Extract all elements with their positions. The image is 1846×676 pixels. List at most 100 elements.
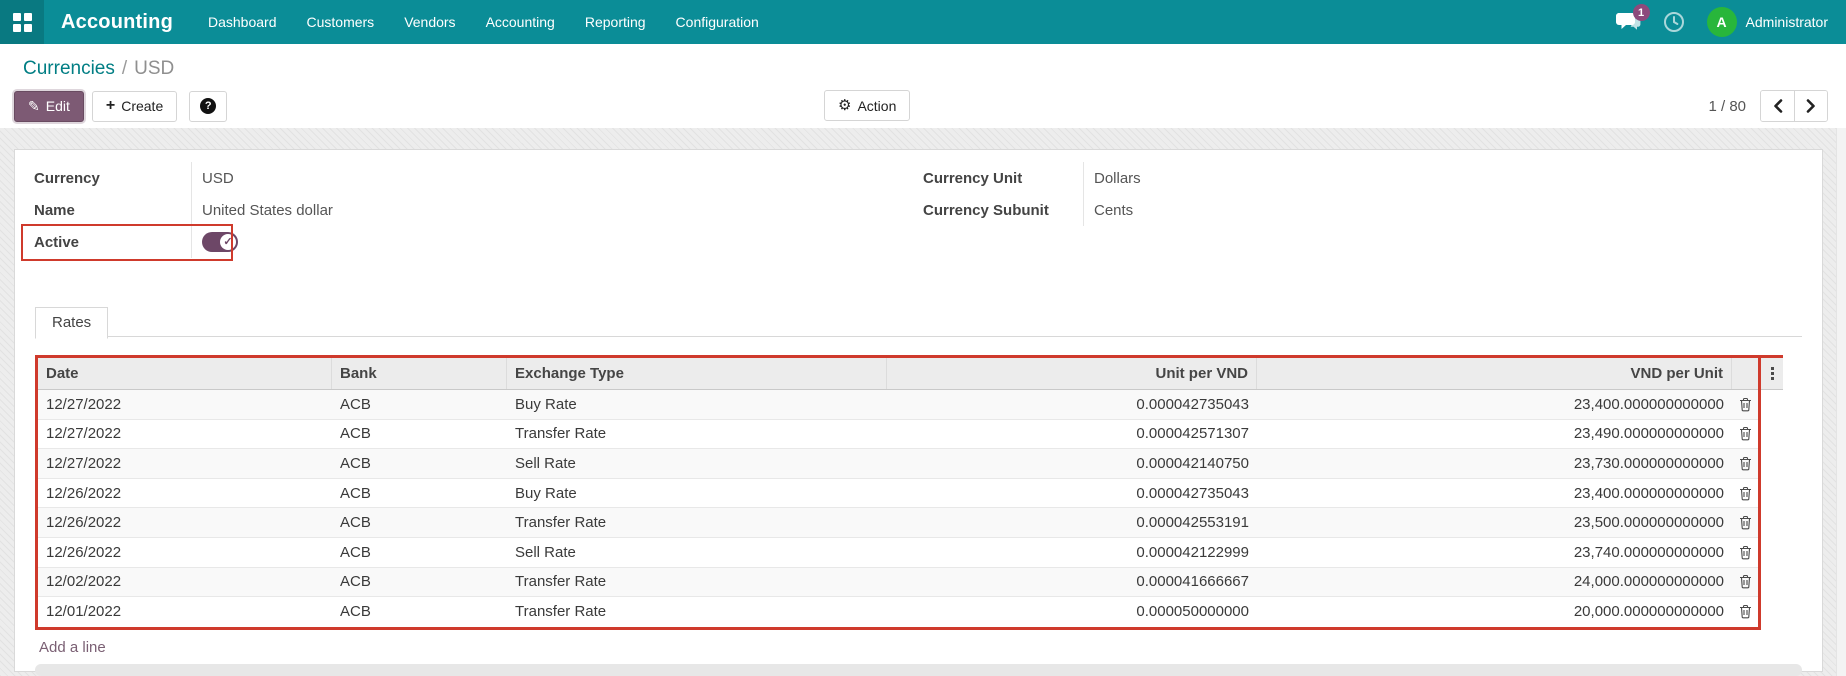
currency-value[interactable]: USD [191,162,734,194]
menu-reporting[interactable]: Reporting [585,14,646,30]
navbar-right: 1 A Administrator [1615,7,1846,37]
cell-exchange-type: Transfer Rate [507,568,887,597]
apps-grid-icon [13,13,32,32]
action-button[interactable]: ⚙ Action [824,90,910,121]
cell-date: 12/02/2022 [38,568,332,597]
edit-button[interactable]: ✎ Edit [14,91,84,122]
breadcrumb-separator: / [122,58,127,80]
rates-table-header: Date Bank Exchange Type Unit per VND VND… [38,358,1758,390]
user-menu[interactable]: A Administrator [1707,7,1828,37]
help-button[interactable]: ? [189,91,227,122]
menu-accounting[interactable]: Accounting [486,14,555,30]
currency-unit-value[interactable]: Dollars [1083,162,1623,194]
control-panel: Currencies / USD ✎ Edit + Create ? ⚙ Act… [0,44,1846,128]
column-header-vnd-per-unit[interactable]: VND per Unit [1257,358,1732,389]
cell-date: 12/26/2022 [38,479,332,508]
action-button-label: Action [857,98,896,114]
cell-exchange-type: Buy Rate [507,390,887,419]
table-row[interactable]: 12/27/2022ACBBuy Rate0.00004273504323,40… [38,390,1758,420]
odoo-accounting-screen: Accounting Dashboard Customers Vendors Acco… [0,0,1846,676]
create-button[interactable]: + Create [92,91,177,122]
currency-unit-label: Currency Unit [923,170,1083,187]
cell-bank: ACB [332,508,507,537]
cell-date: 12/27/2022 [38,420,332,449]
delete-row-button[interactable] [1732,479,1758,508]
table-row[interactable]: 12/26/2022ACBTransfer Rate0.000042553191… [38,508,1758,538]
cell-unit-per-vnd: 0.000042735043 [887,390,1257,419]
form-right-group: Currency Unit Dollars Currency Subunit C… [923,162,1623,226]
cell-exchange-type: Transfer Rate [507,508,887,537]
apps-menu-button[interactable] [0,0,44,44]
cell-exchange-type: Transfer Rate [507,420,887,449]
field-name: Name United States dollar [34,194,734,226]
edit-button-label: Edit [46,98,70,114]
cell-unit-per-vnd: 0.000041666667 [887,568,1257,597]
cell-unit-per-vnd: 0.000042571307 [887,420,1257,449]
cell-vnd-per-unit: 23,400.000000000000 [1257,390,1732,419]
menu-customers[interactable]: Customers [307,14,375,30]
field-currency-subunit: Currency Subunit Cents [923,194,1623,226]
breadcrumb-current: USD [134,58,174,80]
column-header-date[interactable]: Date [38,358,332,389]
notebook-tabs: Rates [35,306,1802,337]
trash-icon [1739,426,1752,441]
cell-unit-per-vnd: 0.000042553191 [887,508,1257,537]
currency-form: Currency USD Name United States dollar A… [15,150,1822,280]
add-a-line-link[interactable]: Add a line [39,639,106,656]
form-left-group: Currency USD Name United States dollar A… [34,162,734,258]
cell-vnd-per-unit: 23,730.000000000000 [1257,449,1732,478]
pager-count: 1 / 80 [1708,98,1746,115]
pager-previous-button[interactable] [1761,91,1794,121]
delete-row-button[interactable] [1732,449,1758,478]
vertical-scrollbar[interactable] [1836,128,1846,676]
delete-row-button[interactable] [1732,420,1758,449]
cell-exchange-type: Sell Rate [507,449,887,478]
cell-unit-per-vnd: 0.000042122999 [887,538,1257,567]
activities-button[interactable] [1663,11,1685,33]
gear-icon: ⚙ [838,98,851,113]
table-row[interactable]: 12/27/2022ACBTransfer Rate0.000042571307… [38,420,1758,450]
clock-icon [1663,11,1685,33]
menu-configuration[interactable]: Configuration [676,14,759,30]
tab-rates[interactable]: Rates [35,307,108,339]
delete-row-button[interactable] [1732,597,1758,627]
field-currency: Currency USD [34,162,734,194]
trash-icon [1739,486,1752,501]
trash-icon [1739,397,1752,412]
table-row[interactable]: 12/26/2022ACBBuy Rate0.00004273504323,40… [38,479,1758,509]
column-header-unit-per-vnd[interactable]: Unit per VND [887,358,1257,389]
cell-vnd-per-unit: 23,500.000000000000 [1257,508,1732,537]
cell-vnd-per-unit: 24,000.000000000000 [1257,568,1732,597]
table-row[interactable]: 12/01/2022ACBTransfer Rate0.000050000000… [38,597,1758,627]
table-row[interactable]: 12/27/2022ACBSell Rate0.00004214075023,7… [38,449,1758,479]
top-navbar: Accounting Dashboard Customers Vendors Acco… [0,0,1846,44]
name-value[interactable]: United States dollar [191,194,734,226]
chevron-left-icon [1773,99,1783,113]
toggle-check-icon: ✓ [220,234,236,250]
optional-columns-button[interactable] [1761,355,1783,390]
delete-row-button[interactable] [1732,568,1758,597]
cell-vnd-per-unit: 23,400.000000000000 [1257,479,1732,508]
delete-row-button[interactable] [1732,508,1758,537]
currency-label: Currency [34,170,191,187]
active-toggle[interactable]: ✓ [202,232,238,252]
app-title[interactable]: Accounting [61,11,173,34]
menu-vendors[interactable]: Vendors [404,14,455,30]
delete-row-button[interactable] [1732,390,1758,419]
trash-icon [1739,545,1752,560]
cell-date: 12/26/2022 [38,538,332,567]
column-header-exchange-type[interactable]: Exchange Type [507,358,887,389]
column-header-bank[interactable]: Bank [332,358,507,389]
menu-dashboard[interactable]: Dashboard [208,14,277,30]
delete-row-button[interactable] [1732,538,1758,567]
button-row: ✎ Edit + Create ? ⚙ Action 1 / 80 [0,84,1846,128]
breadcrumb-currencies-link[interactable]: Currencies [23,58,115,80]
pager-next-button[interactable] [1794,91,1827,121]
messages-button[interactable]: 1 [1615,10,1641,34]
user-name: Administrator [1746,14,1828,30]
table-row[interactable]: 12/02/2022ACBTransfer Rate0.000041666667… [38,568,1758,598]
table-row[interactable]: 12/26/2022ACBSell Rate0.00004212299923,7… [38,538,1758,568]
currency-subunit-value[interactable]: Cents [1083,194,1623,226]
cell-unit-per-vnd: 0.000050000000 [887,597,1257,627]
horizontal-scrollbar[interactable] [35,664,1802,676]
